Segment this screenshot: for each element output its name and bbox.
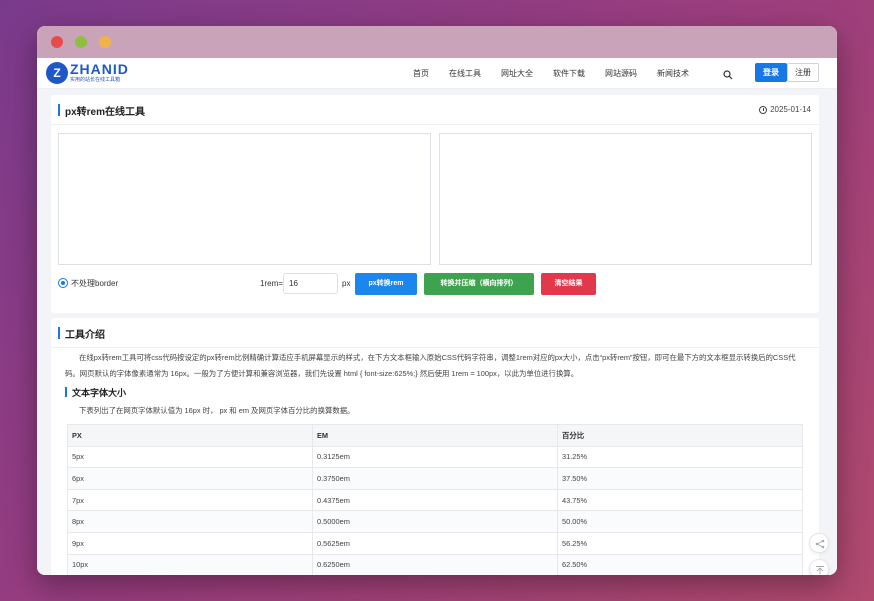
intro-header: 工具介绍 <box>51 318 819 348</box>
table-cell: 9px <box>67 531 313 555</box>
table-cell: 31.25% <box>557 445 803 469</box>
site-logo[interactable]: Z ZHANID 实用的站长在线工具箱 <box>46 61 129 84</box>
skip-border-label[interactable]: 不处理border <box>71 278 118 289</box>
back-to-top-button[interactable] <box>809 559 829 575</box>
table-cell: 7px <box>67 488 313 512</box>
nav-item-online-tools[interactable]: 在线工具 <box>449 68 481 79</box>
table-cell: 0.5625em <box>312 531 558 555</box>
table-row: 9px 0.5625em 56.25% <box>67 531 803 555</box>
title-accent <box>58 104 60 116</box>
tool-card: px转rem在线工具 2025-01-14 不处理border 1rem= px… <box>51 95 819 313</box>
skip-border-radio[interactable] <box>58 278 68 288</box>
nav-item-directory[interactable]: 网址大全 <box>501 68 533 79</box>
publish-date: 2025-01-14 <box>759 105 811 114</box>
table-cell: 0.6250em <box>312 553 558 575</box>
intro-card: 工具介绍 在线px转rem工具可将css代码按设定的px转rem比例精确计算适应… <box>51 318 819 575</box>
logo-text: ZHANID <box>70 61 129 77</box>
table-cell: 56.25% <box>557 531 803 555</box>
table-cell: 37.50% <box>557 467 803 490</box>
search-icon[interactable] <box>723 67 735 80</box>
date-text: 2025-01-14 <box>770 105 811 114</box>
table-row: 6px 0.3750em 37.50% <box>67 467 803 490</box>
nav-item-home[interactable]: 首页 <box>413 68 429 79</box>
convert-button[interactable]: px转换rem <box>355 273 417 295</box>
table-cell: 6px <box>67 467 313 490</box>
share-button[interactable] <box>809 533 829 553</box>
px-unit-label: px <box>342 279 351 288</box>
table-cell: 0.3750em <box>312 467 558 490</box>
table-cell: 5px <box>67 445 313 469</box>
rem-label: 1rem= <box>260 279 283 288</box>
table-cell: 0.5000em <box>312 510 558 533</box>
table-cell: 10px <box>67 553 313 575</box>
window-titlebar <box>37 26 837 58</box>
rem-px-input[interactable] <box>283 273 338 294</box>
subtitle-accent <box>65 387 67 397</box>
page-content: px转rem在线工具 2025-01-14 不处理border 1rem= px… <box>37 89 837 575</box>
column-header-px: PX <box>67 424 313 447</box>
table-cell: 0.4375em <box>312 488 558 512</box>
table-cell: 8px <box>67 510 313 533</box>
conversion-table: PX EM 百分比 5px 0.3125em 31.25% 6px 0.3750… <box>67 424 803 575</box>
login-button[interactable]: 登录 <box>755 63 787 82</box>
site-navbar: Z ZHANID 实用的站长在线工具箱 首页 在线工具 网址大全 软件下载 网站… <box>37 58 837 89</box>
table-cell: 0.3125em <box>312 445 558 469</box>
tool-controls: 不处理border 1rem= px px转换rem 转换并压缩（横向排列） 清… <box>58 273 818 295</box>
clock-icon <box>759 105 768 114</box>
nav-item-source-code[interactable]: 网站源码 <box>605 68 637 79</box>
table-header-row: PX EM 百分比 <box>67 424 803 447</box>
register-button[interactable]: 注册 <box>787 63 819 82</box>
table-cell: 62.50% <box>557 553 803 575</box>
column-header-em: EM <box>312 424 558 447</box>
table-row: 8px 0.5000em 50.00% <box>67 510 803 533</box>
tool-header: px转rem在线工具 2025-01-14 <box>51 95 819 125</box>
table-row: 10px 0.6250em 62.50% <box>67 553 803 575</box>
table-cell: 43.75% <box>557 488 803 512</box>
clear-button[interactable]: 清空结果 <box>541 273 596 295</box>
convert-compress-button[interactable]: 转换并压缩（横向排列） <box>424 273 534 295</box>
nav-links: 首页 在线工具 网址大全 软件下载 网站源码 新闻技术 <box>413 58 709 89</box>
column-header-percent: 百分比 <box>557 424 803 447</box>
intro-title-accent <box>58 327 60 339</box>
table-description: 下表列出了在网页字体默认值为 16px 时， px 和 em 及网页字体百分比的… <box>79 406 355 415</box>
intro-paragraph: 在线px转rem工具可将css代码按设定的px转rem比例精确计算适应手机屏幕显… <box>65 353 796 378</box>
back-to-top-icon <box>816 566 824 574</box>
font-size-subtitle: 文本字体大小 <box>72 388 127 398</box>
table-row: 7px 0.4375em 43.75% <box>67 488 803 512</box>
intro-title: 工具介绍 <box>65 330 105 341</box>
logo-mark: Z <box>46 62 68 84</box>
css-input-textarea[interactable] <box>58 133 431 265</box>
maximize-window-button[interactable] <box>99 36 111 48</box>
minimize-window-button[interactable] <box>75 36 87 48</box>
close-window-button[interactable] <box>51 36 63 48</box>
nav-item-news[interactable]: 新闻技术 <box>657 68 689 79</box>
page-title: px转rem在线工具 <box>65 107 146 118</box>
nav-item-software[interactable]: 软件下载 <box>553 68 585 79</box>
table-row: 5px 0.3125em 31.25% <box>67 445 803 469</box>
logo-subtitle: 实用的站长在线工具箱 <box>70 77 121 83</box>
share-icon <box>815 539 825 549</box>
browser-window: Z ZHANID 实用的站长在线工具箱 首页 在线工具 网址大全 软件下载 网站… <box>37 26 837 575</box>
table-cell: 50.00% <box>557 510 803 533</box>
css-output-textarea[interactable] <box>439 133 812 265</box>
